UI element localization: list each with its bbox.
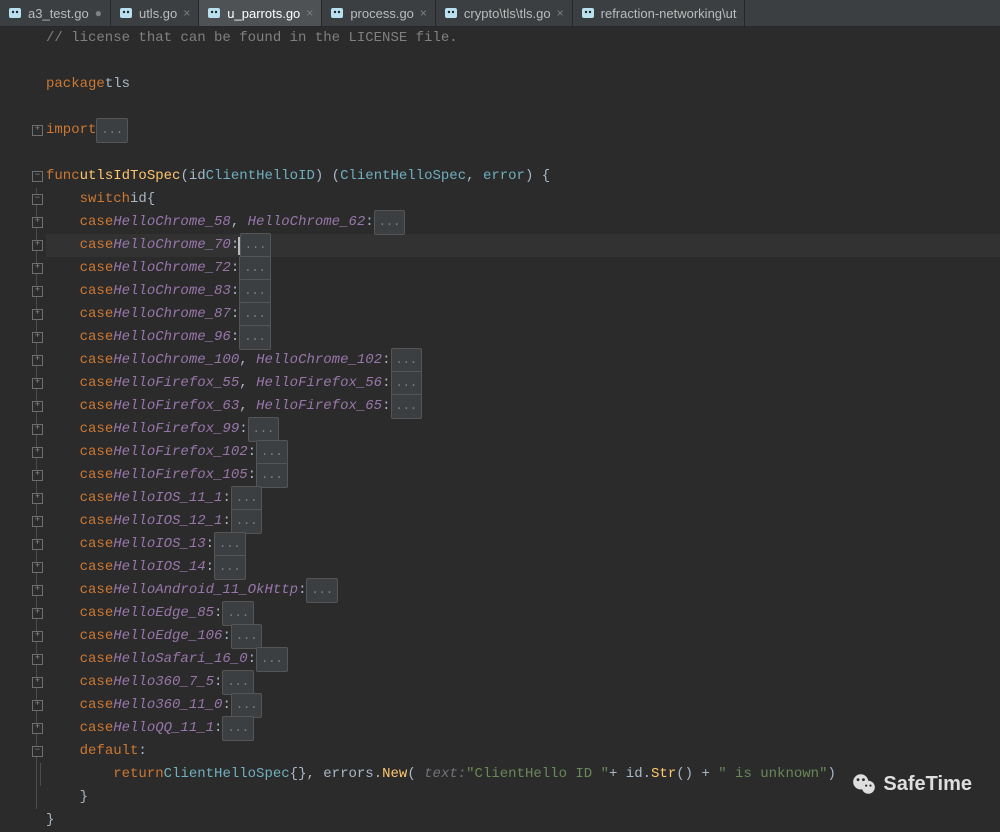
fold-icon[interactable] xyxy=(32,424,43,435)
fold-icon[interactable] xyxy=(32,654,43,665)
fold-icon[interactable] xyxy=(32,677,43,688)
fold-icon[interactable] xyxy=(32,171,43,182)
case-line[interactable]: case HelloChrome_58, HelloChrome_62:... xyxy=(46,211,1000,234)
gutter xyxy=(0,27,44,827)
case-line[interactable]: case HelloIOS_11_1:... xyxy=(46,487,1000,510)
go-file-icon xyxy=(119,6,133,20)
close-func[interactable]: } xyxy=(46,809,1000,832)
tab-label: crypto\tls\tls.go xyxy=(464,6,551,21)
fold-icon[interactable] xyxy=(32,240,43,251)
fold-icon[interactable] xyxy=(32,401,43,412)
case-line[interactable]: case HelloChrome_100, HelloChrome_102:..… xyxy=(46,349,1000,372)
fold-icon[interactable] xyxy=(32,493,43,504)
tab-a3_test-go[interactable]: a3_test.go ● xyxy=(0,0,111,26)
tab-label: refraction-networking\ut xyxy=(601,6,737,21)
code-area[interactable]: // license that can be found in the LICE… xyxy=(44,27,1000,827)
case-line[interactable]: case HelloEdge_85:... xyxy=(46,602,1000,625)
tab-label: utls.go xyxy=(139,6,177,21)
fold-icon[interactable] xyxy=(32,585,43,596)
code-line[interactable] xyxy=(46,50,1000,73)
case-line[interactable]: case HelloFirefox_102:... xyxy=(46,441,1000,464)
case-line[interactable]: case HelloChrome_72:... xyxy=(46,257,1000,280)
fold-icon[interactable] xyxy=(32,309,43,320)
tab-utls-go[interactable]: utls.go × xyxy=(111,0,199,26)
import-line[interactable]: import ... xyxy=(46,119,1000,142)
return-line[interactable]: return ClientHelloSpec{}, errors.New( te… xyxy=(46,763,1000,786)
fold-icon[interactable] xyxy=(32,447,43,458)
case-line[interactable]: case HelloFirefox_63, HelloFirefox_65:..… xyxy=(46,395,1000,418)
fold-icon[interactable] xyxy=(32,378,43,389)
fold-icon[interactable] xyxy=(32,631,43,642)
case-line[interactable]: case Hello360_7_5:... xyxy=(46,671,1000,694)
tab-label: process.go xyxy=(350,6,414,21)
fold-icon[interactable] xyxy=(32,263,43,274)
tab-process-go[interactable]: process.go × xyxy=(322,0,436,26)
code-editor[interactable]: // license that can be found in the LICE… xyxy=(0,27,1000,827)
case-line[interactable]: case HelloQQ_11_1:... xyxy=(46,717,1000,740)
tab-u_parrots-go[interactable]: u_parrots.go × xyxy=(199,0,322,26)
go-file-icon xyxy=(8,6,22,20)
fold-icon[interactable] xyxy=(32,286,43,297)
fold-icon[interactable] xyxy=(32,125,43,136)
case-line[interactable]: case HelloIOS_14:... xyxy=(46,556,1000,579)
fold-icon[interactable] xyxy=(32,608,43,619)
switch-line[interactable]: switch id { xyxy=(46,188,1000,211)
close-icon[interactable]: × xyxy=(183,6,190,20)
close-icon[interactable]: × xyxy=(420,6,427,20)
close-icon[interactable]: ● xyxy=(95,6,102,20)
case-line[interactable]: case HelloFirefox_55, HelloFirefox_56:..… xyxy=(46,372,1000,395)
editor-tabs: a3_test.go●utls.go×u_parrots.go×process.… xyxy=(0,0,1000,27)
close-icon[interactable]: × xyxy=(306,6,313,20)
fold-icon[interactable] xyxy=(32,470,43,481)
case-line[interactable]: case HelloChrome_87:... xyxy=(46,303,1000,326)
case-line[interactable]: case HelloAndroid_11_OkHttp:... xyxy=(46,579,1000,602)
close-icon[interactable]: × xyxy=(557,6,564,20)
fold-icon[interactable] xyxy=(32,723,43,734)
go-file-icon xyxy=(444,6,458,20)
go-file-icon xyxy=(330,6,344,20)
code-line[interactable] xyxy=(46,142,1000,165)
close-switch[interactable]: } xyxy=(46,786,1000,809)
func-decl[interactable]: func utlsIdToSpec(id ClientHelloID) (Cli… xyxy=(46,165,1000,188)
comment-line[interactable]: // license that can be found in the LICE… xyxy=(46,27,1000,50)
package-line[interactable]: package tls xyxy=(46,73,1000,96)
tab-label: a3_test.go xyxy=(28,6,89,21)
default-line[interactable]: default: xyxy=(46,740,1000,763)
case-line[interactable]: case HelloChrome_83:... xyxy=(46,280,1000,303)
case-line[interactable]: case HelloFirefox_99:... xyxy=(46,418,1000,441)
case-line[interactable]: case HelloIOS_13:... xyxy=(46,533,1000,556)
tab-label: u_parrots.go xyxy=(227,6,300,21)
case-line[interactable]: case HelloSafari_16_0:... xyxy=(46,648,1000,671)
fold-icon[interactable] xyxy=(32,194,43,205)
case-line[interactable]: case HelloEdge_106:... xyxy=(46,625,1000,648)
fold-icon[interactable] xyxy=(32,700,43,711)
fold-icon[interactable] xyxy=(32,562,43,573)
code-line[interactable] xyxy=(46,96,1000,119)
fold-icon[interactable] xyxy=(32,355,43,366)
go-file-icon xyxy=(207,6,221,20)
case-line[interactable]: case HelloFirefox_105:... xyxy=(46,464,1000,487)
tab-refraction-networking-ut[interactable]: refraction-networking\ut xyxy=(573,0,746,26)
fold-icon[interactable] xyxy=(32,217,43,228)
fold-icon[interactable] xyxy=(32,746,43,757)
case-line[interactable]: case HelloChrome_96:... xyxy=(46,326,1000,349)
fold-icon[interactable] xyxy=(32,332,43,343)
tab-crypto-tls-tls-go[interactable]: crypto\tls\tls.go × xyxy=(436,0,573,26)
go-file-icon xyxy=(581,6,595,20)
fold-icon[interactable] xyxy=(32,516,43,527)
case-line[interactable]: case Hello360_11_0:... xyxy=(46,694,1000,717)
case-line[interactable]: case HelloChrome_70:... xyxy=(46,234,1000,257)
case-line[interactable]: case HelloIOS_12_1:... xyxy=(46,510,1000,533)
fold-icon[interactable] xyxy=(32,539,43,550)
